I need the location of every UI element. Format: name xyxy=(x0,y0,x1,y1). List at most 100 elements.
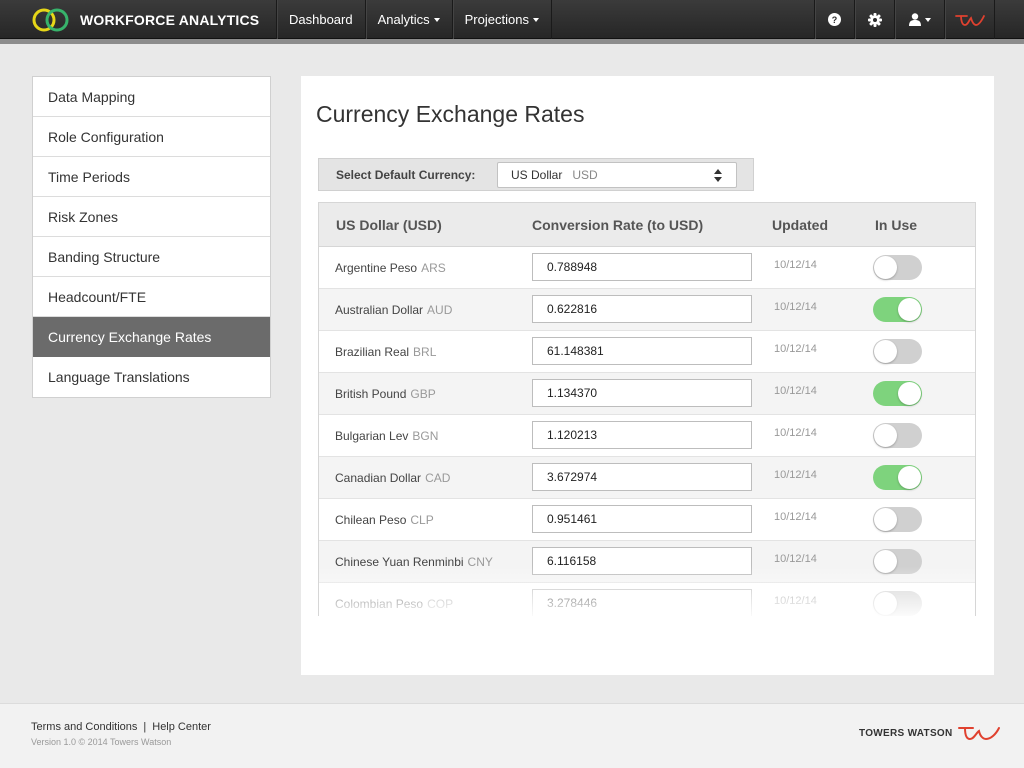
updated-date: 10/12/14 xyxy=(774,301,817,313)
sidebar-item-language-translations[interactable]: Language Translations xyxy=(33,357,270,397)
conversion-rate-input[interactable]: 0.622816 xyxy=(532,295,752,323)
conversion-rate-input[interactable]: 6.116158 xyxy=(532,547,752,575)
updated-date: 10/12/14 xyxy=(774,385,817,397)
version-text: Version 1.0 © 2014 Towers Watson xyxy=(31,737,172,747)
nav-dashboard[interactable]: Dashboard xyxy=(277,0,366,39)
user-icon xyxy=(908,13,921,26)
footer-brand-name: TOWERS WATSON xyxy=(859,727,953,739)
help-button[interactable]: ? xyxy=(815,0,855,39)
sidebar-item-role-configuration[interactable]: Role Configuration xyxy=(33,117,270,157)
in-use-toggle[interactable] xyxy=(873,339,922,364)
exchange-rate-table: US Dollar (USD) Conversion Rate (to USD)… xyxy=(318,202,976,616)
currency-code: ARS xyxy=(421,261,446,275)
toggle-knob xyxy=(898,382,921,405)
sidebar-item-risk-zones[interactable]: Risk Zones xyxy=(33,197,270,237)
towers-watson-logo-button[interactable] xyxy=(945,0,995,39)
select-arrows-icon xyxy=(714,169,722,182)
sidebar-item-label: Currency Exchange Rates xyxy=(48,328,212,345)
table-row: Bulgarian Lev BGN 1.120213 10/12/14 xyxy=(319,415,975,457)
default-currency-bar: Select Default Currency: US Dollar USD xyxy=(318,158,754,191)
column-header-updated: Updated xyxy=(772,217,828,233)
currency-name: Bulgarian Lev BGN xyxy=(335,429,438,443)
settings-sidebar: Data Mapping Role Configuration Time Per… xyxy=(32,76,271,398)
in-use-toggle[interactable] xyxy=(873,381,922,406)
nav-dashboard-label: Dashboard xyxy=(289,12,353,27)
chevron-down-icon xyxy=(433,17,440,22)
nav-utilities: ? xyxy=(814,0,995,39)
currency-code: CAD xyxy=(425,471,451,485)
updated-date: 10/12/14 xyxy=(774,343,817,355)
help-center-link[interactable]: Help Center xyxy=(152,721,211,733)
currency-code: CLP xyxy=(410,513,434,527)
conversion-rate-input[interactable]: 3.278446 xyxy=(532,589,752,616)
currency-name-text: Chinese Yuan Renminbi xyxy=(335,555,464,569)
table-row: Argentine Peso ARS 0.788948 10/12/14 xyxy=(319,247,975,289)
toggle-knob xyxy=(874,592,897,615)
sidebar-item-label: Risk Zones xyxy=(48,208,119,225)
currency-code: GBP xyxy=(410,387,436,401)
terms-link[interactable]: Terms and Conditions xyxy=(31,721,137,733)
sidebar-item-data-mapping[interactable]: Data Mapping xyxy=(33,77,270,117)
in-use-toggle[interactable] xyxy=(873,423,922,448)
currency-name-text: Bulgarian Lev xyxy=(335,429,409,443)
currency-name: British Pound GBP xyxy=(335,387,436,401)
updated-date: 10/12/14 xyxy=(774,511,817,523)
brand[interactable]: WORKFORCE ANALYTICS xyxy=(32,0,259,39)
settings-button[interactable] xyxy=(855,0,895,39)
currency-name-text: Argentine Peso xyxy=(335,261,418,275)
in-use-toggle[interactable] xyxy=(873,465,922,490)
conversion-rate-input[interactable]: 61.148381 xyxy=(532,337,752,365)
towers-watson-logo-icon xyxy=(957,727,1000,741)
navbar-underline xyxy=(0,39,1024,44)
app-name: WORKFORCE ANALYTICS xyxy=(80,11,260,28)
table-row: Chinese Yuan Renminbi CNY 6.116158 10/12/14 xyxy=(319,541,975,583)
updated-date: 10/12/14 xyxy=(774,427,817,439)
in-use-toggle[interactable] xyxy=(873,255,922,280)
toggle-knob xyxy=(874,340,897,363)
table-header: US Dollar (USD) Conversion Rate (to USD)… xyxy=(319,203,975,247)
nav-projections[interactable]: Projections xyxy=(453,0,552,39)
sidebar-item-headcount-fte[interactable]: Headcount/FTE xyxy=(33,277,270,317)
nav-projections-label: Projections xyxy=(464,12,529,27)
selected-currency-code: USD xyxy=(572,168,598,182)
updated-date: 10/12/14 xyxy=(774,259,817,271)
nav-analytics[interactable]: Analytics xyxy=(366,0,453,39)
table-row: Brazilian Real BRL 61.148381 10/12/14 xyxy=(319,331,975,373)
sidebar-item-label: Time Periods xyxy=(48,168,130,185)
in-use-toggle[interactable] xyxy=(873,591,922,616)
table-row: Australian Dollar AUD 0.622816 10/12/14 xyxy=(319,289,975,331)
currency-code: BGN xyxy=(412,429,439,443)
table-row: British Pound GBP 1.134370 10/12/14 xyxy=(319,373,975,415)
default-currency-select[interactable]: US Dollar USD xyxy=(497,162,737,188)
table-row: Colombian Peso COP 3.278446 10/12/14 xyxy=(319,583,975,616)
sidebar-item-label: Language Translations xyxy=(48,369,190,385)
conversion-rate-input[interactable]: 3.672974 xyxy=(532,463,752,491)
table-row: Chilean Peso CLP 0.951461 10/12/14 xyxy=(319,499,975,541)
toggle-knob xyxy=(874,424,897,447)
toggle-knob xyxy=(874,256,897,279)
toggle-knob xyxy=(898,298,921,321)
in-use-toggle[interactable] xyxy=(873,507,922,532)
in-use-toggle[interactable] xyxy=(873,549,922,574)
sidebar-item-banding-structure[interactable]: Banding Structure xyxy=(33,237,270,277)
sidebar-item-currency-exchange-rates[interactable]: Currency Exchange Rates xyxy=(33,317,270,357)
main-panel: Currency Exchange Rates Select Default C… xyxy=(301,76,994,675)
conversion-rate-input[interactable]: 1.120213 xyxy=(532,421,752,449)
column-header-in-use: In Use xyxy=(875,217,918,233)
in-use-toggle[interactable] xyxy=(873,297,922,322)
currency-name: Chinese Yuan Renminbi CNY xyxy=(335,555,493,569)
currency-name: Argentine Peso ARS xyxy=(335,261,446,275)
towers-watson-logo-icon xyxy=(954,14,985,26)
currency-name-text: Australian Dollar xyxy=(335,303,424,317)
user-menu-button[interactable] xyxy=(895,0,945,39)
conversion-rate-input[interactable]: 1.134370 xyxy=(532,379,752,407)
currency-code: CNY xyxy=(467,555,493,569)
sidebar-item-time-periods[interactable]: Time Periods xyxy=(33,157,270,197)
updated-date: 10/12/14 xyxy=(774,469,817,481)
table-body: Argentine Peso ARS 0.788948 10/12/14 Austral… xyxy=(319,247,975,616)
sidebar-item-label: Headcount/FTE xyxy=(48,288,147,305)
currency-name-text: Colombian Peso xyxy=(335,597,424,611)
conversion-rate-input[interactable]: 0.951461 xyxy=(532,505,752,533)
currency-name-text: British Pound xyxy=(335,387,407,401)
conversion-rate-input[interactable]: 0.788948 xyxy=(532,253,752,281)
